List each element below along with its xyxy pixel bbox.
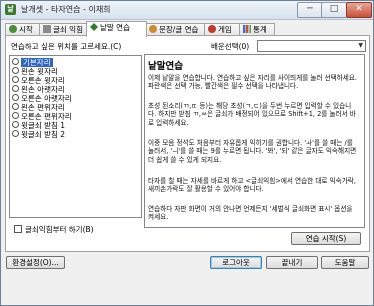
list-item[interactable]: 윗글쇠 받침 1	[12, 121, 65, 130]
settings-button[interactable]: 환경설정(O)...	[6, 256, 65, 269]
window-title: 날개셋 - 타자연습 - 이재희	[21, 5, 111, 14]
checkbox-icon	[14, 225, 22, 233]
start-practice-button[interactable]: 연습 시작(S)	[291, 232, 361, 245]
list-item[interactable]: 오른손 편위자리	[12, 112, 72, 121]
tab-word-practice[interactable]: 낱말 연습	[86, 21, 147, 37]
description-box[interactable]: 낱말연습 이제 낱말을 연습합니다. 연습하고 싶은 자리를 사이띄게를 눌러 …	[144, 54, 365, 228]
list-item[interactable]: 왼손 윗자리	[12, 67, 58, 76]
word-practice-panel: 연습하고 싶은 위치를 고르세요.(C) 배운선택(0) ▼ 기본자리 왼손 윗…	[5, 35, 370, 252]
radio-icon	[12, 103, 19, 110]
radio-icon	[12, 121, 19, 128]
close-button[interactable]: ✕	[346, 2, 372, 18]
radio-icon	[12, 94, 19, 101]
chevron-down-icon: ▼	[358, 42, 363, 49]
list-item[interactable]: 왼손 편위자리	[12, 103, 65, 112]
title-bar[interactable]: 날 날개셋 - 타자연습 - 이재희 ─ □ ✕	[1, 1, 373, 20]
font-select-label: 배운선택(0)	[211, 42, 250, 51]
list-item[interactable]: 윗글쇠 받침 2	[12, 130, 65, 139]
radio-icon	[12, 130, 19, 137]
tab-label: 게임	[218, 25, 232, 34]
radio-icon	[12, 58, 19, 65]
radio-icon	[12, 85, 19, 92]
description-paragraph: 이중 모음 정석도 처음부터 자유롭게 익히기를 권합니다. 'ㅘ'를 쓸 때는…	[148, 139, 357, 164]
list-item[interactable]: 오른손 아랫자리	[12, 94, 72, 103]
minimize-button[interactable]: ─	[297, 2, 323, 18]
radio-icon	[12, 76, 19, 83]
tab-label: 문장/글 연습	[159, 25, 199, 34]
chart-icon	[243, 25, 251, 33]
maximize-button[interactable]: □	[321, 2, 347, 18]
sentence-icon	[149, 25, 157, 33]
description-paragraph: 연습하다 자판 화면이 거의 안나면 언제든지 '세벌식 글쇠화면 표시' 옵션…	[148, 205, 353, 222]
font-select[interactable]: ▼	[257, 40, 366, 52]
exit-button[interactable]: 끝내기	[266, 256, 318, 269]
app-window: 날 날개셋 - 타자연습 - 이재희 ─ □ ✕ 시작 글쇠 익힘 낱말 연습 …	[0, 0, 374, 306]
start-icon	[9, 25, 17, 33]
help-button[interactable]: 도움말	[321, 256, 369, 269]
description-paragraph: 타자를 칠 때는 자세를 바르게 하고 <글쇠익힘>에서 연습한 대로 익숙가락…	[148, 177, 356, 194]
clover-icon	[90, 23, 98, 31]
tab-label: 글쇠 익힘	[53, 25, 83, 34]
description-title: 낱말연습	[148, 61, 183, 72]
logout-button[interactable]: 로그아웃	[210, 256, 262, 269]
keyboard-icon	[43, 25, 51, 33]
position-prompt: 연습하고 싶은 위치를 고르세요.(C)	[11, 42, 122, 51]
list-item[interactable]: 오른손 윗자리	[12, 76, 65, 85]
radio-icon	[12, 112, 19, 119]
checkbox-label: 글쇠익힘부터 하기(B)	[25, 225, 94, 234]
key-practice-first-checkbox[interactable]: 글쇠익힘부터 하기(B)	[14, 224, 94, 235]
tab-label: 낱말 연습	[100, 23, 130, 32]
tab-label: 시작	[19, 25, 33, 34]
radio-icon	[12, 67, 19, 74]
position-list[interactable]: 기본자리 왼손 윗자리 오른손 윗자리 왼손 아랫자리 오른손 아랫자리 왼손 …	[9, 55, 142, 218]
app-logo-icon: 날	[5, 4, 16, 15]
game-icon	[208, 25, 216, 33]
list-item[interactable]: 기본자리	[12, 58, 53, 67]
description-paragraph: 이제 낱말을 연습합니다. 연습하고 싶은 자리를 사이띄게를 눌러 선택하세요…	[148, 74, 358, 91]
list-item[interactable]: 왼손 아랫자리	[12, 85, 65, 94]
description-paragraph: 초성 된소리(ㄲ,ㄸ 등)는 해당 초성(ㄱ,ㄷ)을 두번 누르면 입력할 수 …	[148, 102, 356, 127]
tab-label: 통계	[253, 25, 267, 34]
